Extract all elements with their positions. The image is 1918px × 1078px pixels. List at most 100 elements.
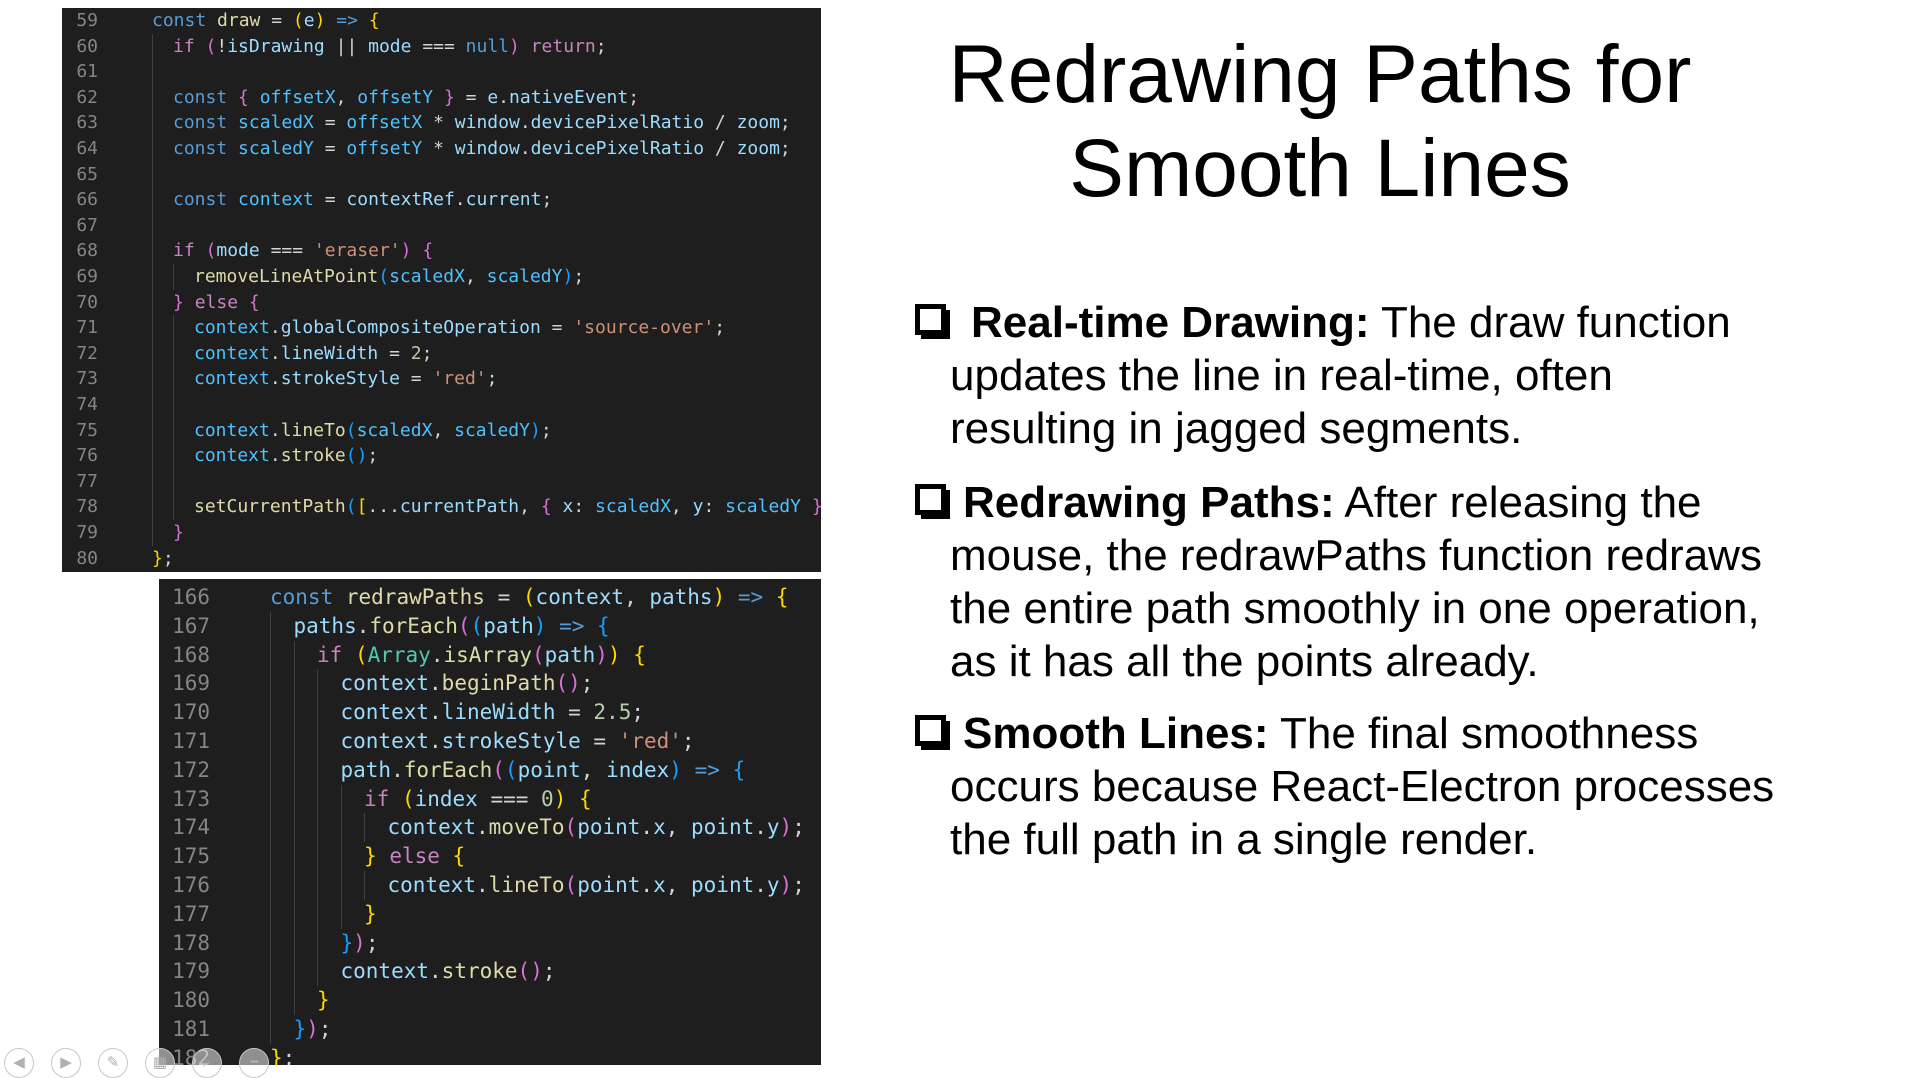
code-editor-draw: 59 const draw = (e) => {60 if (!isDrawing … [62, 8, 821, 572]
slide-title-line-2: Smooth Lines [1069, 123, 1571, 214]
code-token: . [454, 189, 466, 211]
code-line: 65 [62, 161, 821, 188]
code-token: x [653, 873, 666, 897]
code-token: window [454, 138, 520, 159]
code-token: = [378, 342, 411, 364]
code-line: 180} [159, 986, 821, 1015]
pen-icon[interactable]: ✎ [98, 1048, 128, 1078]
indent-guide [152, 33, 153, 60]
code-token: . [269, 445, 281, 467]
indent-guide [270, 957, 271, 987]
code-token: ) [356, 445, 368, 467]
code-line: 71 context.globalCompositeOperation = 'so… [62, 315, 821, 341]
code-text: path.forEach((point, index) => { [341, 756, 746, 785]
code-token: . [429, 729, 442, 753]
code-token: const [152, 10, 207, 31]
line-number: 176 [172, 873, 210, 897]
line-number: 70 [76, 291, 98, 313]
indent-guide [293, 842, 295, 871]
code-token: stroke [441, 959, 518, 984]
line-number: 79 [76, 522, 98, 543]
code-token: ( [470, 613, 484, 638]
code-token: ( [401, 786, 415, 811]
indent-guide [293, 640, 295, 670]
code-token: currentPath [399, 496, 520, 518]
code-token: , [432, 419, 455, 441]
code-token: path [544, 642, 596, 667]
code-token: context [194, 342, 270, 364]
code-token: strokeStyle [280, 368, 400, 390]
code-token: forEach [369, 613, 458, 638]
code-token: forEach [403, 757, 493, 782]
code-token: { [368, 10, 380, 31]
code-token: ; [631, 700, 644, 725]
code-token: else [389, 844, 440, 869]
code-text: if (Array.isArray(path)) { [317, 641, 646, 670]
indent-guide [340, 842, 342, 871]
code-line: 171 context.strokeStyle = 'red'; [159, 727, 821, 756]
code-token: scaledY [454, 419, 530, 441]
code-token: } [317, 988, 330, 1013]
code-token: x [562, 496, 574, 518]
indent-guide [293, 698, 295, 727]
code-token: ( [205, 35, 217, 57]
code-token: y [766, 873, 780, 897]
code-text: context.moveTo(point.x, point.y); [388, 813, 805, 842]
line-number: 72 [76, 342, 98, 364]
more-options-icon[interactable]: ••• [239, 1048, 269, 1078]
code-token: = [580, 729, 619, 753]
code-text: const { offsetX, offsetY } = e.nativeEve… [173, 85, 639, 111]
code-line: 72 context.lineWidth = 2; [62, 340, 821, 367]
indent-guide [293, 899, 295, 929]
indent-guide [152, 366, 153, 392]
next-slide-icon[interactable]: ▶ [51, 1048, 81, 1078]
code-token: = [313, 189, 347, 211]
code-token: . [498, 86, 510, 108]
code-token: . [269, 419, 281, 441]
code-token: * [422, 138, 455, 159]
line-number: 60 [76, 35, 98, 57]
code-line: 74 [62, 392, 821, 418]
line-number: 178 [172, 930, 210, 955]
code-text: const scaledY = offsetY * window.deviceP… [173, 136, 791, 162]
code-line: 179 context.stroke(); [159, 957, 821, 987]
code-token: ... [367, 496, 400, 518]
code-text: } else { [173, 290, 260, 316]
previous-slide-icon[interactable]: ◀ [4, 1048, 34, 1078]
code-token: index [606, 757, 670, 782]
code-token: } [364, 901, 377, 926]
code-token: lineTo [488, 873, 565, 897]
code-token: ( [457, 613, 471, 638]
bullet-line-4: as it has all the points already. [950, 637, 1539, 686]
code-token: mode [216, 240, 260, 262]
indent-guide [317, 899, 318, 929]
code-text: context.lineWidth = 2.5; [341, 698, 645, 727]
slides-overview-icon[interactable]: ▦ [145, 1048, 175, 1078]
code-token: { [422, 240, 434, 262]
indent-guide [270, 899, 271, 929]
code-line: 61 [62, 59, 821, 85]
code-token: ( [354, 642, 368, 667]
code-token: / [704, 112, 737, 134]
line-number: 71 [76, 317, 98, 339]
code-token: ; [282, 1045, 296, 1065]
code-token: { [775, 585, 789, 609]
code-token: if [173, 240, 195, 262]
zoom-icon[interactable]: ⌕ [192, 1048, 222, 1078]
code-text: removeLineAtPoint(scaledX, scaledY); [194, 264, 584, 290]
code-token: paths [649, 585, 713, 609]
line-number: 173 [172, 786, 210, 811]
indent-guide [270, 1015, 271, 1044]
code-token: , [624, 585, 650, 609]
code-token: ; [541, 189, 553, 211]
indent-guide [317, 755, 318, 785]
code-token: ( [345, 445, 357, 467]
indent-guide [152, 340, 153, 367]
code-line: 59 const draw = (e) => { [62, 8, 821, 34]
